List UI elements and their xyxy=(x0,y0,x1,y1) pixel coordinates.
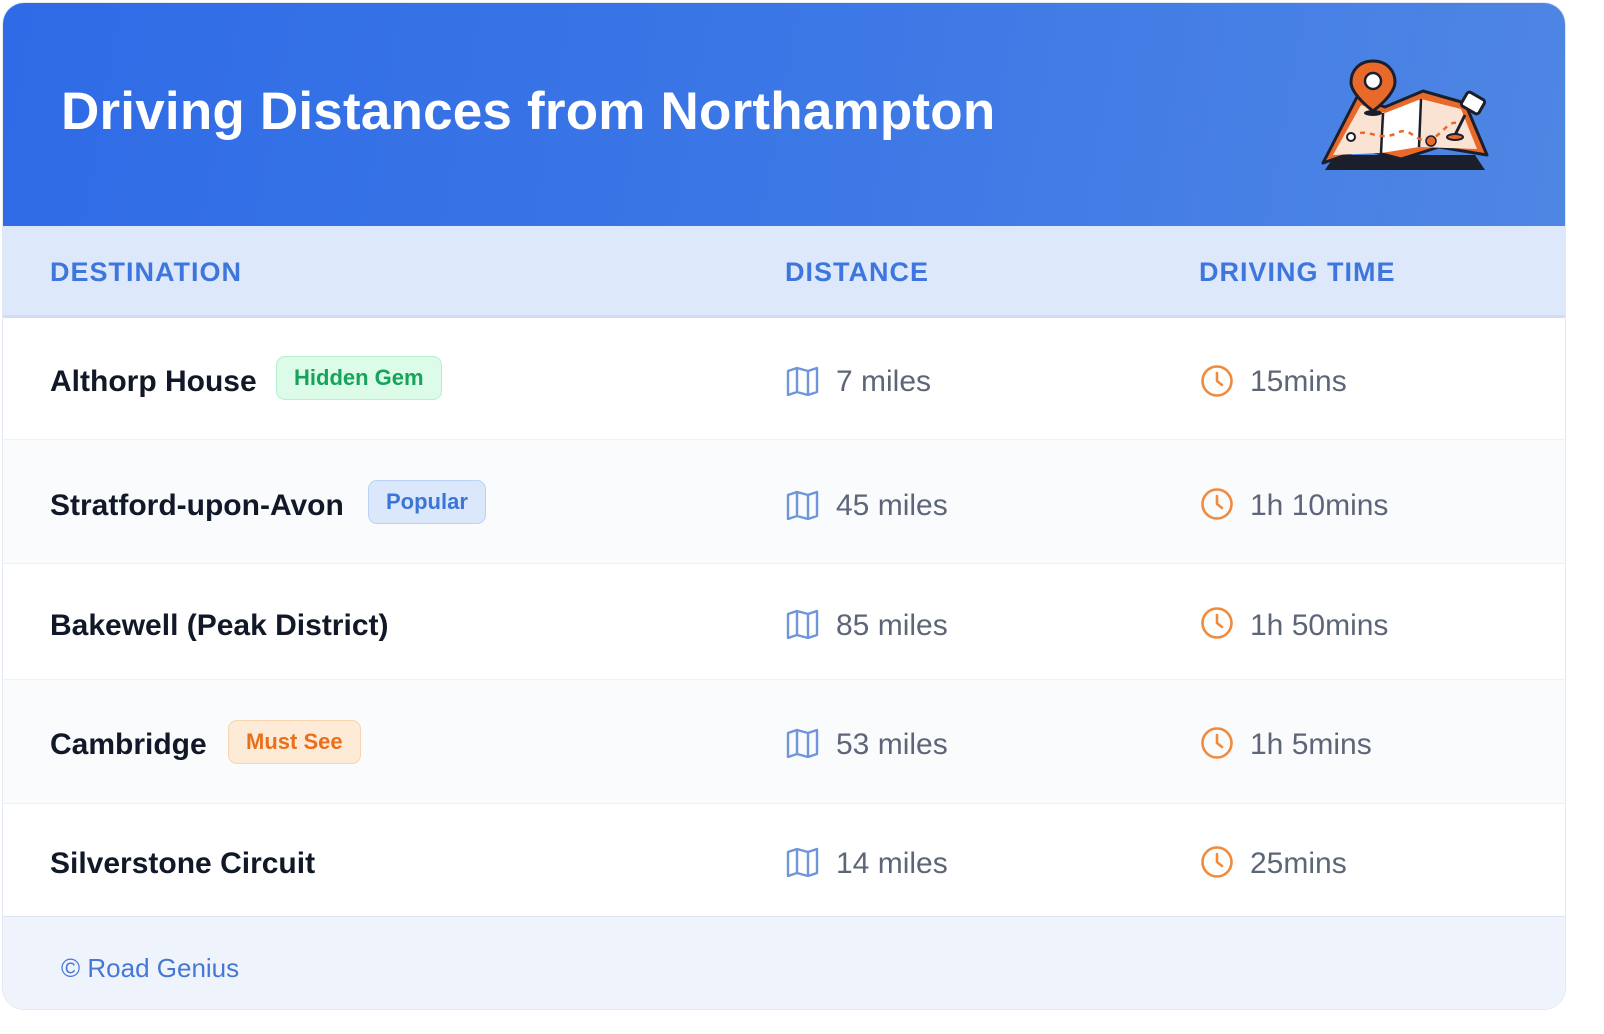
map-icon xyxy=(786,490,819,520)
clock-icon xyxy=(1201,846,1233,878)
distance-value: 45 miles xyxy=(836,489,948,522)
page-title: Driving Distances from Northampton xyxy=(61,82,996,141)
destination-name: Cambridge xyxy=(50,728,207,761)
status-badge: Popular xyxy=(368,480,486,524)
map-icon xyxy=(786,609,819,639)
distance-card: Driving Distances from Northampton DESTI… xyxy=(2,2,1566,1010)
distance-value: 14 miles xyxy=(836,847,948,880)
map-icon xyxy=(786,847,819,877)
map-icon xyxy=(786,366,819,396)
status-badge: Must See xyxy=(228,720,361,764)
clock-icon xyxy=(1201,727,1233,759)
table-row[interactable]: Stratford-upon-Avon Popular 45 miles 1h … xyxy=(3,440,1565,564)
clock-icon xyxy=(1201,365,1233,397)
driving-time-value: 15mins xyxy=(1250,365,1347,398)
destination-name: Silverstone Circuit xyxy=(50,847,316,880)
status-badge: Hidden Gem xyxy=(276,356,442,400)
map-icon xyxy=(786,728,819,758)
column-header-destination[interactable]: DESTINATION xyxy=(50,257,242,288)
distance-value: 53 miles xyxy=(836,728,948,761)
map-pin-illustration xyxy=(1321,59,1489,170)
table-header: DESTINATION DISTANCE DRIVING TIME xyxy=(3,226,1565,318)
card-header: Driving Distances from Northampton xyxy=(3,3,1565,226)
clock-icon xyxy=(1201,607,1233,639)
clock-icon xyxy=(1201,488,1233,520)
destination-name: Althorp House xyxy=(50,365,257,398)
footer-credit[interactable]: © Road Genius xyxy=(61,953,239,984)
column-header-driving-time[interactable]: DRIVING TIME xyxy=(1199,257,1396,288)
distance-value: 85 miles xyxy=(836,609,948,642)
table-row[interactable]: Silverstone Circuit 14 miles 25mins xyxy=(3,804,1565,916)
driving-time-value: 25mins xyxy=(1250,847,1347,880)
table-row[interactable]: Althorp House Hidden Gem 7 miles 15mins xyxy=(3,318,1565,440)
driving-time-value: 1h 10mins xyxy=(1250,489,1389,522)
column-header-distance[interactable]: DISTANCE xyxy=(785,257,929,288)
table-row[interactable]: Cambridge Must See 53 miles 1h 5mins xyxy=(3,680,1565,804)
driving-time-value: 1h 5mins xyxy=(1250,728,1372,761)
table-row[interactable]: Bakewell (Peak District) 85 miles 1h 50m… xyxy=(3,564,1565,680)
card-footer: © Road Genius xyxy=(3,916,1565,1009)
destination-name: Bakewell (Peak District) xyxy=(50,609,389,642)
destination-name: Stratford-upon-Avon xyxy=(50,489,344,522)
distance-value: 7 miles xyxy=(836,365,932,398)
driving-time-value: 1h 50mins xyxy=(1250,609,1389,642)
